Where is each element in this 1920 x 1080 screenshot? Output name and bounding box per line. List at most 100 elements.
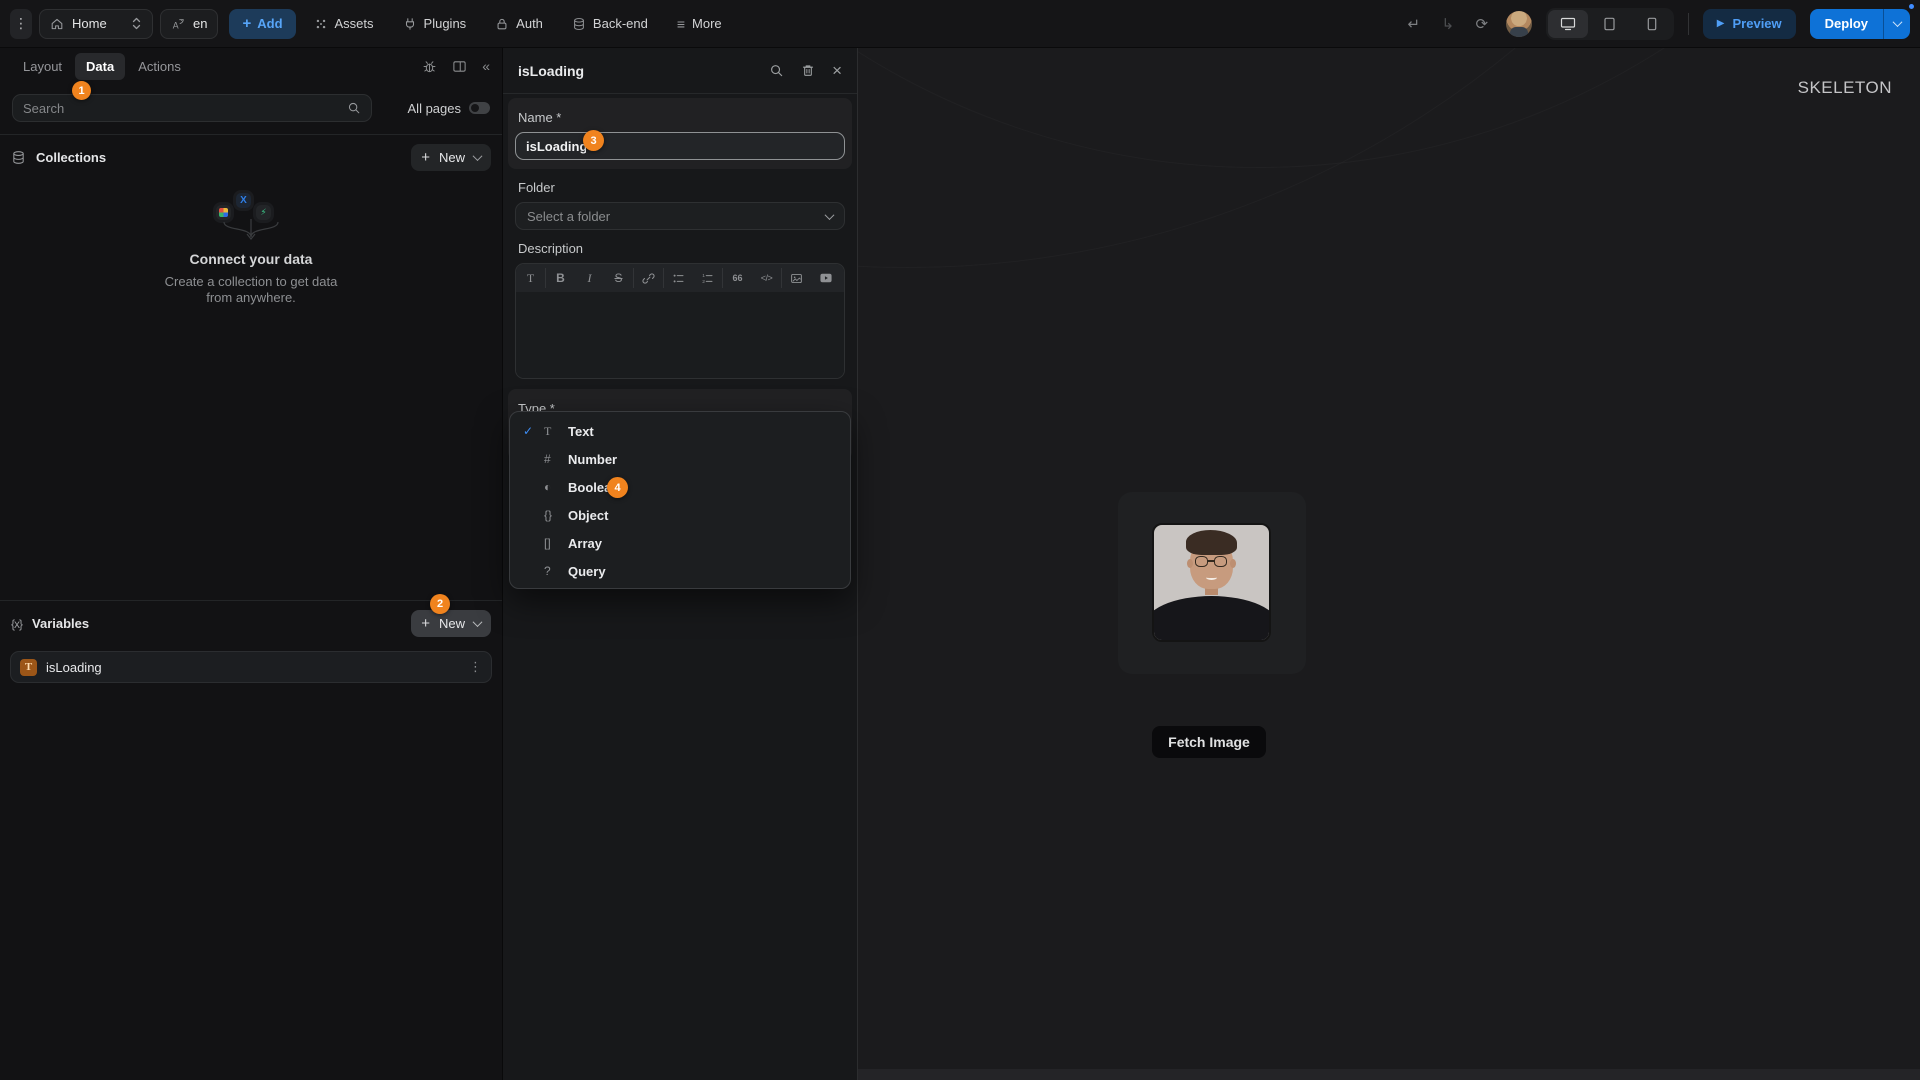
collapse-panel-button[interactable]: « xyxy=(482,58,490,74)
plus-icon: + xyxy=(421,615,430,632)
folder-select[interactable]: Select a folder xyxy=(515,202,845,230)
chevron-down-icon xyxy=(473,617,483,627)
nav-backend[interactable]: Back-end xyxy=(561,9,659,39)
variable-editor-panel: isLoading × Name * Folder Select a folde… xyxy=(502,48,858,1080)
database-icon xyxy=(572,17,586,31)
nav-auth[interactable]: Auth xyxy=(484,9,554,39)
type-option-query[interactable]: ? Query xyxy=(510,557,850,585)
bullet-list-button[interactable] xyxy=(664,264,693,292)
canvas-image-card[interactable] xyxy=(1118,492,1306,674)
empty-state-subtitle: Create a collection to get data from any… xyxy=(0,274,502,306)
split-panel-button[interactable] xyxy=(452,59,467,74)
insert-image-button[interactable] xyxy=(782,264,811,292)
new-collection-button[interactable]: + New xyxy=(411,144,491,171)
add-button[interactable]: + Add xyxy=(229,9,295,39)
variables-icon: {x} xyxy=(11,617,22,631)
canvas-portrait-image[interactable] xyxy=(1152,523,1271,642)
supabase-icon: ⚡ xyxy=(256,205,271,220)
variables-header: {x} Variables + New xyxy=(0,601,502,646)
svg-text:1: 1 xyxy=(702,273,705,279)
ordered-list-button[interactable]: 12 xyxy=(693,264,722,292)
description-textarea[interactable] xyxy=(516,292,844,378)
type-option-array[interactable]: [] Array xyxy=(510,529,850,557)
delete-variable-button[interactable] xyxy=(801,63,815,78)
deploy-button[interactable]: Deploy xyxy=(1810,9,1883,39)
folder-placeholder: Select a folder xyxy=(527,209,610,224)
link-button[interactable] xyxy=(634,264,663,292)
type-option-text[interactable]: ✓ T Text xyxy=(510,417,850,445)
nav-assets[interactable]: Assets xyxy=(303,9,385,39)
description-editor: T B I S 12 66 </> xyxy=(515,263,845,379)
chevron-down-icon xyxy=(825,210,835,220)
main-menu-button[interactable]: ⋮ xyxy=(10,9,32,39)
device-desktop-button[interactable] xyxy=(1548,10,1588,38)
insert-video-button[interactable] xyxy=(811,264,840,292)
search-icon xyxy=(347,101,361,115)
language-value: en xyxy=(193,16,207,31)
preview-button[interactable]: ▶ Preview xyxy=(1703,9,1796,39)
page-selector[interactable]: Home xyxy=(39,9,153,39)
variable-row-isloading[interactable]: T isLoading ⋮ xyxy=(10,651,492,683)
collections-title: Collections xyxy=(36,150,106,165)
code-button[interactable]: </> xyxy=(752,264,781,292)
nav-backend-label: Back-end xyxy=(593,16,648,31)
type-option-object[interactable]: {} Object xyxy=(510,501,850,529)
tab-data[interactable]: Data xyxy=(75,53,125,80)
home-icon xyxy=(50,17,64,31)
assets-grid-icon xyxy=(314,17,328,31)
undo-button[interactable]: ↵ xyxy=(1404,15,1424,33)
query-icon: ? xyxy=(544,564,564,578)
topbar-divider xyxy=(1688,13,1689,35)
user-avatar[interactable] xyxy=(1506,11,1532,37)
translate-icon: A xyxy=(171,17,185,31)
tab-layout[interactable]: Layout xyxy=(12,53,73,80)
collections-database-icon xyxy=(11,150,26,165)
new-collection-label: New xyxy=(439,150,465,165)
tab-actions[interactable]: Actions xyxy=(127,53,192,80)
text-style-button[interactable]: T xyxy=(516,264,545,292)
text-type-icon: T xyxy=(20,659,37,676)
nav-more[interactable]: ≡ More xyxy=(666,9,733,39)
connector-lines xyxy=(196,219,306,245)
language-selector[interactable]: A en xyxy=(160,9,218,39)
nav-plugins[interactable]: Plugins xyxy=(392,9,478,39)
deploy-options-button[interactable] xyxy=(1883,9,1910,39)
redo-icon: ↳ xyxy=(1442,16,1455,33)
all-pages-toggle[interactable] xyxy=(469,102,490,114)
variable-menu-button[interactable]: ⋮ xyxy=(469,659,482,675)
data-sidebar: Layout Data Actions « All pages xyxy=(0,48,502,1080)
canvas-app-title[interactable]: SKELETON xyxy=(1798,78,1892,98)
fetch-image-button[interactable]: Fetch Image xyxy=(1152,726,1266,758)
close-panel-button[interactable]: × xyxy=(832,61,842,81)
italic-button[interactable]: I xyxy=(575,264,604,292)
find-usage-button[interactable] xyxy=(769,63,784,78)
search-input[interactable] xyxy=(23,101,347,116)
name-input-wrap xyxy=(515,132,845,160)
variables-section: {x} Variables + New T isLoading ⋮ xyxy=(0,600,502,688)
nav-assets-label: Assets xyxy=(335,16,374,31)
name-input[interactable] xyxy=(526,139,586,154)
new-variable-button[interactable]: + New xyxy=(411,610,491,637)
text-icon: T xyxy=(544,424,564,439)
step-badge-3: 3 xyxy=(583,130,604,151)
close-icon: × xyxy=(832,61,842,80)
step-badge-4: 4 xyxy=(607,477,628,498)
refresh-button[interactable]: ⟳ xyxy=(1472,15,1492,33)
svg-text:2: 2 xyxy=(702,279,705,285)
strikethrough-button[interactable]: S xyxy=(604,264,633,292)
topbar: ⋮ Home A en + Add Assets Plugins xyxy=(0,0,1920,48)
device-mobile-button[interactable] xyxy=(1632,10,1672,38)
device-tablet-button[interactable] xyxy=(1590,10,1630,38)
type-option-number[interactable]: # Number xyxy=(510,445,850,473)
play-icon: ▶ xyxy=(1717,18,1725,29)
bold-button[interactable]: B xyxy=(546,264,575,292)
variable-name: isLoading xyxy=(46,660,102,675)
type-option-boolean[interactable]: ◐ Boolean xyxy=(510,473,850,501)
airtable-icon xyxy=(216,205,231,220)
collections-empty-state: X ⚡ Connect your data Create a collectio… xyxy=(0,183,502,306)
debug-button[interactable] xyxy=(422,59,437,74)
redo-button[interactable]: ↳ xyxy=(1438,15,1458,33)
device-switcher xyxy=(1546,8,1674,40)
blockquote-button[interactable]: 66 xyxy=(723,264,752,292)
preview-label: Preview xyxy=(1733,16,1782,31)
